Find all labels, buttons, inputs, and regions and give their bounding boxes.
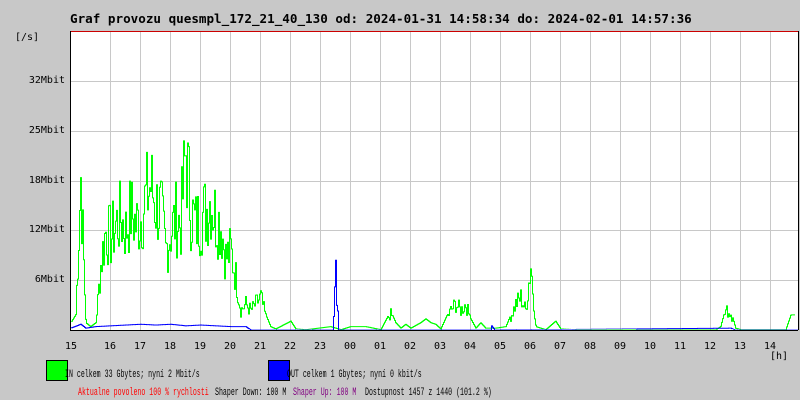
x-tick-label: 15	[64, 341, 78, 352]
x-tick-label: 18	[163, 341, 177, 352]
traffic-graph: Graf provozu quesmpl_172_21_40_130 od: 2…	[0, 0, 800, 400]
shaper-down-value: 100 M	[266, 387, 287, 399]
x-tick-label: 06	[523, 341, 537, 352]
x-tick-label: 03	[433, 341, 447, 352]
x-tick-label: 00	[343, 341, 357, 352]
x-tick-label: 10	[643, 341, 657, 352]
availability-text: Dostupnost 1457 z 1440 (101.2 %)	[365, 387, 492, 399]
x-tick-label: 02	[403, 341, 417, 352]
x-tick-label: 04	[463, 341, 477, 352]
x-tick-label: 07	[553, 341, 567, 352]
y-tick-label: 6Mbit	[34, 273, 65, 285]
allowed-speed-text: Aktualne povoleno 100 % rychlosti	[78, 387, 209, 399]
x-tick-label: 11	[673, 341, 687, 352]
plot-background	[70, 31, 798, 330]
x-tick-label: 17	[133, 341, 147, 352]
x-tick-label: 12	[703, 341, 717, 352]
shaper-down-label: Shaper Down:	[215, 387, 263, 399]
y-tick-label: 25Mbit	[28, 124, 65, 136]
x-tick-label: 20	[223, 341, 237, 352]
x-tick-label: 08	[583, 341, 597, 352]
y-tick-label: 18Mbit	[28, 174, 65, 186]
y-tick-label: 32Mbit	[28, 74, 65, 86]
x-tick-label: 01	[373, 341, 387, 352]
plot-area	[70, 31, 799, 331]
x-tick-label: 16	[103, 341, 117, 352]
x-tick-label: 19	[193, 341, 207, 352]
x-tick-label: 21	[253, 341, 267, 352]
shaper-down-text: Shaper Down: 100 M	[215, 387, 286, 399]
x-tick-label: 05	[493, 341, 507, 352]
x-tick-label: 23	[313, 341, 327, 352]
y-tick-label: 12Mbit	[28, 223, 65, 235]
shaper-up-text: Shaper Up: 100 M	[293, 387, 357, 399]
x-tick-label: 22	[283, 341, 297, 352]
x-tick-label: 14	[763, 341, 777, 352]
x-tick-label: 09	[613, 341, 627, 352]
x-tick-label: 13	[733, 341, 747, 352]
